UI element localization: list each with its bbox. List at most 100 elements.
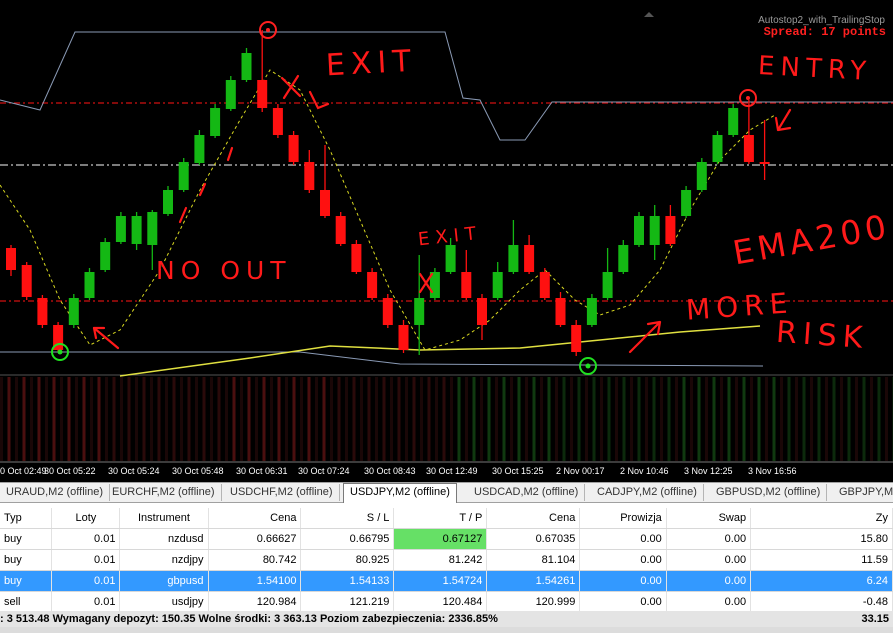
- histogram-bar: [465, 377, 468, 461]
- chart-tab[interactable]: EURCHF,M2 (offline): [106, 484, 222, 501]
- order-cell: 0.01: [51, 591, 121, 613]
- histogram-bar: [405, 377, 408, 461]
- candle-body: [555, 298, 566, 325]
- histogram-bar: [120, 377, 123, 461]
- histogram-bar: [885, 377, 888, 461]
- histogram-bar: [435, 377, 438, 461]
- candle-body: [382, 298, 393, 325]
- column-header[interactable]: Swap: [666, 508, 752, 529]
- column-header[interactable]: Cena: [486, 508, 581, 529]
- orders-table: Typ Loty Instrument Cena S / LT / P Cena Prowi…: [0, 508, 893, 613]
- column-header[interactable]: Cena: [208, 508, 302, 529]
- histogram-bar: [555, 377, 558, 461]
- histogram-bar: [712, 377, 716, 461]
- histogram-bar: [450, 377, 453, 461]
- order-cell: buy: [0, 528, 53, 550]
- histogram-bar: [825, 377, 828, 461]
- order-cell: gbpusd: [119, 570, 209, 592]
- candle-body: [477, 298, 487, 325]
- histogram-bar: [682, 377, 686, 461]
- candle-body: [288, 135, 299, 162]
- order-cell: 81.104: [486, 549, 581, 571]
- arrow-no-out: [92, 326, 120, 350]
- entry-signal-dot: [57, 349, 63, 355]
- histogram-bar: [390, 377, 393, 461]
- histogram-bar: [607, 377, 611, 461]
- column-header[interactable]: S / L: [300, 508, 395, 529]
- histogram-bar: [105, 377, 108, 461]
- arrow-entry: [774, 108, 792, 132]
- lower-channel-line: [0, 351, 764, 367]
- time-axis-label: 30 Oct 05:22: [44, 466, 96, 476]
- histogram-bar: [637, 377, 641, 461]
- histogram-bar: [345, 377, 348, 461]
- order-cell: sell: [0, 591, 53, 613]
- order-cell: 120.484: [393, 591, 488, 613]
- column-header[interactable]: Instrument: [119, 508, 209, 529]
- order-cell: 0.67035: [486, 528, 581, 550]
- histogram-bar: [577, 377, 581, 461]
- histogram-bar: [750, 377, 753, 461]
- order-cell: nzdjpy: [119, 549, 209, 571]
- spread-label: Spread: 17 points: [763, 25, 886, 39]
- order-cell: nzdusd: [119, 528, 209, 550]
- histogram-bar: [757, 377, 761, 461]
- chart-tab[interactable]: URAUD,M2 (offline): [0, 484, 110, 501]
- column-header[interactable]: Typ: [0, 508, 53, 529]
- order-row[interactable]: buy 0.01 nzdjpy 80.742 80.925 81.242 81.104 0.0…: [0, 549, 893, 571]
- candle-body: [100, 242, 111, 270]
- order-row[interactable]: sell 0.01 usdjpy 120.984 121.219 120.484 120.9…: [0, 591, 893, 613]
- histogram-bar: [300, 377, 303, 461]
- candle-body: [68, 298, 79, 325]
- chart-tab[interactable]: GBPUSD,M2 (offline): [710, 484, 828, 501]
- price-chart[interactable]: Autostop2_with_TrailingStop Spread: 17 p…: [0, 0, 893, 482]
- chart-tab[interactable]: USDJPY,M2 (offline): [343, 483, 457, 503]
- histogram-bar: [772, 377, 776, 461]
- order-row[interactable]: buy 0.01 gbpusd 1.54100 1.54133 1.54724 1.5426…: [0, 570, 893, 592]
- order-cell: 0.00: [666, 528, 752, 550]
- order-cell: 81.242: [393, 549, 488, 571]
- candle-body: [681, 190, 692, 216]
- exit-signal-dot: [746, 96, 750, 100]
- histogram-bar: [82, 377, 86, 461]
- order-cell: 1.54261: [486, 570, 581, 592]
- candle-body: [210, 108, 221, 136]
- chart-tab[interactable]: USDCAD,M2 (offline): [468, 484, 586, 501]
- order-cell: usdjpy: [119, 591, 209, 613]
- candle-body: [6, 248, 16, 270]
- histogram-bar: [495, 377, 498, 461]
- histogram-bar: [127, 377, 131, 461]
- chart-tab[interactable]: USDCHF,M2 (offline): [224, 484, 340, 501]
- candle-body: [665, 216, 676, 244]
- histogram-bar: [225, 377, 228, 461]
- chart-tab[interactable]: CADJPY,M2 (offline): [591, 484, 704, 501]
- column-header[interactable]: Prowizja: [579, 508, 667, 529]
- histogram-bar: [480, 377, 483, 461]
- entry-signal-dot: [585, 363, 591, 369]
- histogram-bar: [240, 377, 243, 461]
- time-axis-label: 2 Nov 10:46: [620, 466, 669, 476]
- column-header[interactable]: Loty: [51, 508, 121, 529]
- histogram-bar: [75, 377, 78, 461]
- histogram-bar: [660, 377, 663, 461]
- account-summary: : 3 513.48 Wymagany depozyt: 150.35 Woln…: [0, 611, 893, 627]
- column-header[interactable]: Zy: [750, 508, 893, 529]
- histogram-bar: [210, 377, 213, 461]
- histogram-bar: [735, 377, 738, 461]
- order-cell: 80.742: [208, 549, 302, 571]
- order-row[interactable]: buy 0.01 nzdusd 0.66627 0.66795 0.67127 0.6703…: [0, 528, 893, 550]
- histogram-bar: [180, 377, 183, 461]
- chart-tab[interactable]: GBPJPY,M2 (: [833, 484, 893, 501]
- candle-body: [508, 245, 519, 272]
- order-cell: 1.54724: [393, 570, 488, 592]
- time-axis-label: 30 Oct 06:31: [236, 466, 288, 476]
- time-axis-label: 30 Oct 12:49: [426, 466, 478, 476]
- histogram-bar: [135, 377, 138, 461]
- candle-body: [335, 216, 346, 244]
- order-cell: 0.67127: [393, 528, 488, 550]
- annotation-entry: ENTRY: [757, 51, 873, 87]
- time-axis-label: 30 Oct 05:24: [108, 466, 160, 476]
- histogram-bar: [810, 377, 813, 461]
- column-header[interactable]: T / P: [393, 508, 488, 529]
- candle-body: [492, 272, 503, 298]
